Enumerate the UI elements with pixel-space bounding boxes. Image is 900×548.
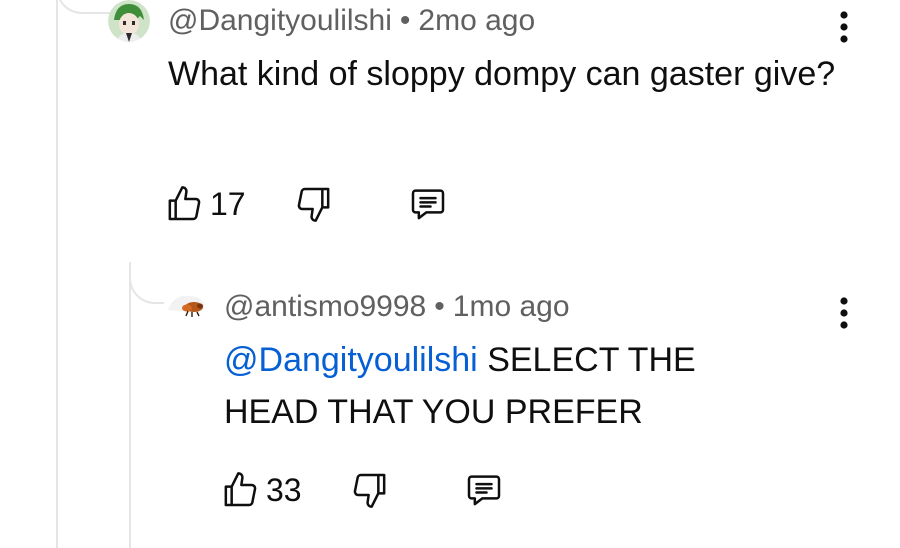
reply-timestamp[interactable]: 1mo ago	[453, 290, 570, 323]
reply-meta: @antismo9998 • 1mo ago	[224, 290, 570, 324]
timestamp[interactable]: 2mo ago	[418, 4, 535, 37]
thread-line	[56, 0, 58, 548]
meta-separator: •	[434, 290, 445, 323]
thumbs-up-icon	[168, 186, 201, 221]
like-count: 33	[266, 471, 302, 508]
reply-author-name[interactable]: @antismo9998	[224, 290, 426, 323]
thumbs-down-icon	[353, 473, 386, 508]
more-vertical-icon	[840, 297, 848, 329]
avatar[interactable]	[108, 0, 150, 42]
comment-icon	[411, 189, 445, 220]
thumbs-down-icon	[297, 187, 330, 222]
reply-text: @Dangityoulilshi SELECT THE HEAD THAT YO…	[224, 334, 784, 438]
like-count: 17	[210, 185, 246, 222]
reply-button[interactable]	[408, 184, 448, 224]
like-button[interactable]: 33	[220, 470, 302, 510]
reply-button[interactable]	[464, 470, 504, 510]
reply-avatar[interactable]	[164, 280, 210, 326]
avatar-image	[108, 0, 150, 42]
thumbs-up-icon	[224, 472, 257, 507]
comment-meta: @Dangityoulilshi • 2mo ago	[168, 4, 535, 38]
dislike-button[interactable]	[294, 184, 334, 224]
avatar-image	[164, 280, 210, 326]
meta-separator: •	[399, 4, 411, 37]
reply-thread-line	[129, 282, 131, 548]
reply-thread-connector	[129, 262, 167, 304]
dislike-button[interactable]	[350, 470, 390, 510]
author-name[interactable]: @Dangityoulilshi	[168, 4, 392, 37]
more-options-button[interactable]	[834, 10, 854, 44]
mention-link[interactable]: @Dangityoulilshi	[224, 341, 478, 379]
like-button[interactable]: 17	[164, 184, 246, 224]
comment-text: What kind of sloppy dompy can gaster giv…	[168, 55, 836, 93]
comment-icon	[467, 475, 501, 506]
more-vertical-icon	[840, 11, 848, 43]
thread-connector	[56, 0, 110, 14]
reply-more-options-button[interactable]	[834, 296, 854, 330]
